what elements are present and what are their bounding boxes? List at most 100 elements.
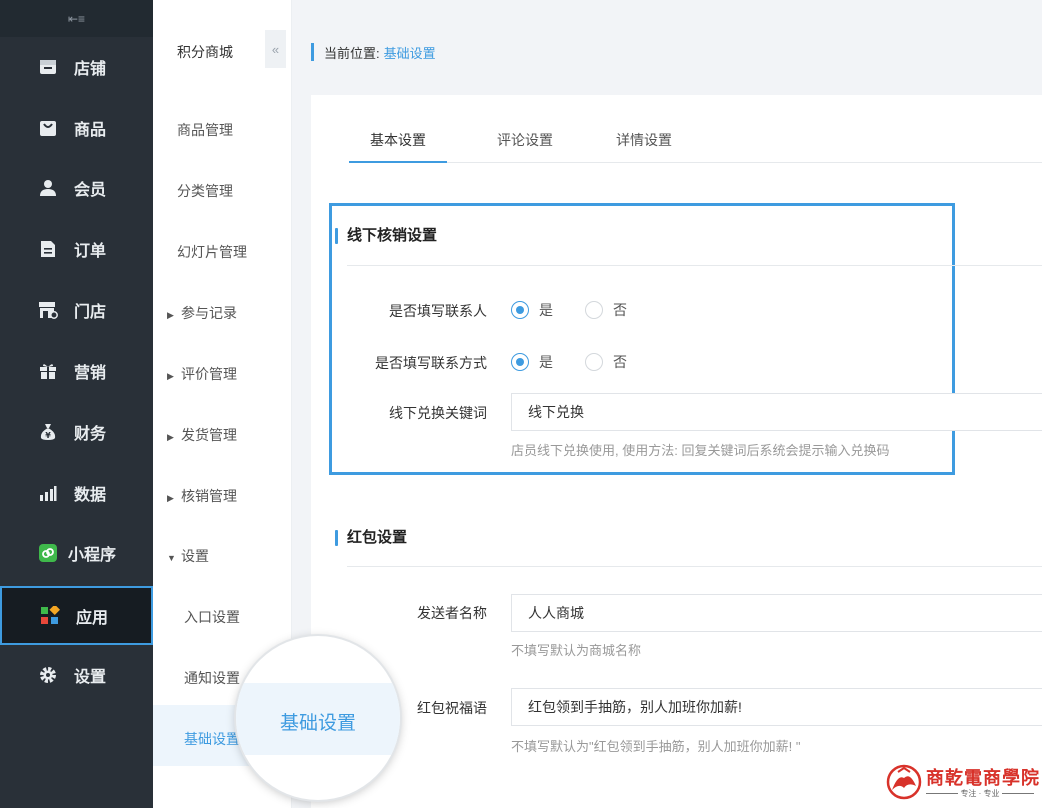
submenu-item-category-management[interactable]: 分类管理 <box>177 181 233 201</box>
sidebar-item-finance[interactable]: ¥ 财务 <box>0 402 153 462</box>
sidebar-collapse-toggle[interactable]: ⇤≡ <box>0 0 153 37</box>
radio-option-yes[interactable]: 是 <box>511 300 553 320</box>
section-title-offline: 线下核销设置 <box>335 227 437 245</box>
svg-text:¥: ¥ <box>45 431 51 440</box>
sidebar-item-store[interactable]: 店铺 <box>0 37 153 97</box>
submenu-item-label: 幻灯片管理 <box>177 244 247 260</box>
store-icon <box>38 57 58 77</box>
watermark-name: 商乾電商學院 <box>926 768 1040 789</box>
sidebar-item-label: 营销 <box>74 365 107 382</box>
caret-right-icon: ▶ <box>167 371 174 381</box>
sidebar-item-label: 应用 <box>76 609 109 627</box>
money-bag-icon: ¥ <box>38 422 58 442</box>
input-value: 线下兑换 <box>528 404 584 420</box>
submenu-item-notification-settings[interactable]: 通知设置 <box>184 668 240 688</box>
submenu-item-settings[interactable]: ▼ 设置 <box>167 546 209 566</box>
app-root: ⇤≡ 店铺 商品 会员 订单 门店 营销 ¥ 财务 数据 小程序 应用 设置 积… <box>0 0 1042 808</box>
radio-option-no[interactable]: 否 <box>585 300 627 320</box>
sidebar-item-stores[interactable]: 门店 <box>0 280 153 340</box>
section-title-redpacket: 红包设置 <box>335 529 407 547</box>
sidebar-item-label: 设置 <box>74 669 107 686</box>
caret-right-icon: ▶ <box>167 432 174 442</box>
caret-right-icon: ▶ <box>167 493 174 503</box>
breadcrumb: 当前位置: 基础设置 <box>311 43 436 61</box>
main-content: 当前位置: 基础设置 基本设置 评论设置 详情设置 线下核销设置 是否填写联系人… <box>292 0 1042 808</box>
gear-icon <box>38 665 58 685</box>
divider <box>347 566 1042 567</box>
double-chevron-left-icon: « <box>271 41 280 57</box>
submenu-title: 积分商城 <box>177 44 233 60</box>
bag-icon <box>38 118 58 138</box>
shop-icon <box>38 300 58 320</box>
settings-tabs: 基本设置 评论设置 详情设置 <box>349 129 1042 163</box>
sender-name-input[interactable]: 人人商城 <box>511 594 1042 632</box>
submenu-item-label: 核销管理 <box>181 488 237 504</box>
tab-detail-settings[interactable]: 详情设置 <box>616 129 672 163</box>
radio-button[interactable] <box>511 301 529 319</box>
sidebar-item-label: 店铺 <box>74 61 107 78</box>
sidebar-item-apps[interactable]: 应用 <box>0 586 153 645</box>
submenu-item-shipping-management[interactable]: ▶ 发货管理 <box>167 425 237 445</box>
radio-label: 是 <box>539 354 553 370</box>
sidebar-item-label: 财务 <box>74 426 107 443</box>
sidebar-item-label: 会员 <box>74 182 107 199</box>
settings-panel: 基本设置 评论设置 详情设置 线下核销设置 是否填写联系人 是 否 是否填写联系… <box>311 95 1042 808</box>
sidebar-item-settings[interactable]: 设置 <box>0 645 153 705</box>
submenu-item-label: 参与记录 <box>181 305 237 321</box>
tab-review-settings[interactable]: 评论设置 <box>497 129 553 163</box>
field-label-offline-keyword: 线下兑换关键词 <box>389 405 487 421</box>
submenu-item-label: 分类管理 <box>177 183 233 199</box>
gift-icon <box>38 361 58 381</box>
document-icon <box>38 239 58 259</box>
input-value: 红包领到手抽筋，别人加班你加薪! <box>528 699 742 715</box>
submenu-item-label: 基础设置 <box>184 731 240 747</box>
sidebar-item-data[interactable]: 数据 <box>0 463 153 523</box>
submenu-item-label: 通知设置 <box>184 670 240 686</box>
user-icon <box>38 178 58 198</box>
submenu-item-label: 入口设置 <box>184 609 240 625</box>
radio-option-no[interactable]: 否 <box>585 352 627 372</box>
radio-group-contact-method: 是 否 <box>511 352 659 372</box>
breadcrumb-current[interactable]: 基础设置 <box>384 43 436 62</box>
field-label-sender-name: 发送者名称 <box>417 605 487 621</box>
sidebar-item-orders[interactable]: 订单 <box>0 219 153 279</box>
collapse-icon: ⇤≡ <box>67 11 86 26</box>
tab-basic-settings[interactable]: 基本设置 <box>349 129 447 163</box>
submenu-item-goods-management[interactable]: 商品管理 <box>177 120 233 140</box>
submenu-item-review-management[interactable]: ▶ 评价管理 <box>167 364 237 384</box>
radio-label: 是 <box>539 302 553 318</box>
submenu-item-label: 评价管理 <box>181 366 237 382</box>
submenu-item-entry-settings[interactable]: 入口设置 <box>184 607 240 627</box>
magnifier-callout: 基础设置 <box>236 636 400 800</box>
watermark: 商乾電商學院 专注 · 专业 <box>886 762 1040 802</box>
caret-right-icon: ▶ <box>167 310 174 320</box>
sidebar-item-goods[interactable]: 商品 <box>0 98 153 158</box>
sidebar-item-members[interactable]: 会员 <box>0 158 153 218</box>
radio-button[interactable] <box>511 353 529 371</box>
field-label-contact-method: 是否填写联系方式 <box>375 355 487 371</box>
submenu-item-basic-settings[interactable]: 基础设置 <box>184 729 240 749</box>
submenu-item-slides-management[interactable]: 幻灯片管理 <box>177 242 247 262</box>
submenu-item-verification-management[interactable]: ▶ 核销管理 <box>167 486 237 506</box>
input-value: 人人商城 <box>528 605 584 621</box>
sidebar-item-mini-program[interactable]: 小程序 <box>0 523 153 583</box>
blessing-hint: 不填写默认为"红包领到手抽筋，别人加班你加薪! " <box>511 739 801 754</box>
offline-keyword-input[interactable]: 线下兑换 <box>511 393 1042 431</box>
radio-option-yes[interactable]: 是 <box>511 352 553 372</box>
submenu-item-participation-records[interactable]: ▶ 参与记录 <box>167 303 237 323</box>
sidebar-item-label: 数据 <box>74 487 107 504</box>
radio-button[interactable] <box>585 301 603 319</box>
radio-button[interactable] <box>585 353 603 371</box>
radio-label: 否 <box>613 302 627 318</box>
blessing-input[interactable]: 红包领到手抽筋，别人加班你加薪! <box>511 688 1042 726</box>
submenu-item-label: 商品管理 <box>177 122 233 138</box>
sidebar-item-marketing[interactable]: 营销 <box>0 341 153 401</box>
sidebar-item-label: 订单 <box>74 243 107 260</box>
submenu-item-label: 设置 <box>181 548 209 564</box>
mini-program-icon <box>38 543 58 563</box>
sender-name-hint: 不填写默认为商城名称 <box>511 643 642 658</box>
radio-group-contact-person: 是 否 <box>511 300 659 320</box>
submenu-collapse-button[interactable]: « <box>265 30 286 68</box>
offline-keyword-hint: 店员线下兑换使用, 使用方法: 回复关键词后系统会提示输入兑换码 <box>511 443 890 458</box>
watermark-tagline: 专注 · 专业 <box>926 788 1034 799</box>
